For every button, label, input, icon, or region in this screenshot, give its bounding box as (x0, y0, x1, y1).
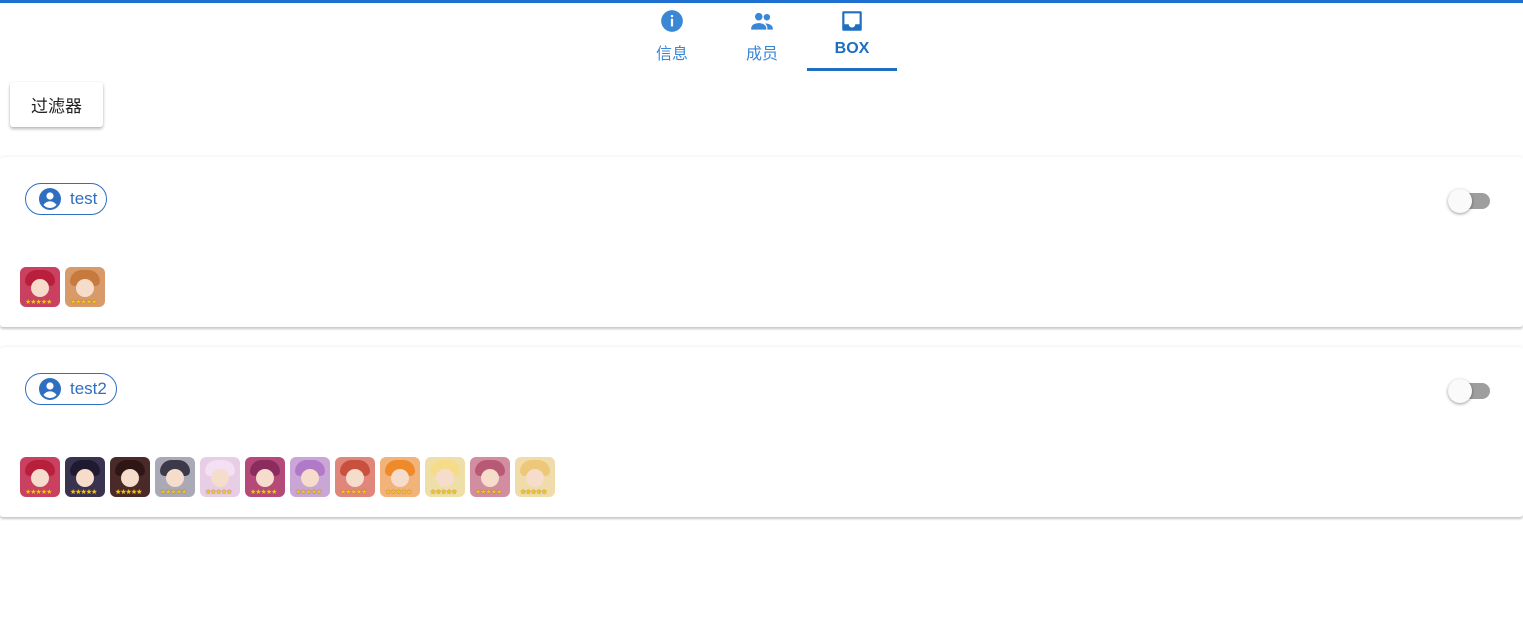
star-rating: ★★★★★ (205, 489, 232, 496)
people-icon (749, 8, 775, 34)
star-rating: ★★★★★ (25, 489, 52, 496)
member-name: test2 (70, 379, 107, 398)
character-list: ★★★★★ ★★★★★ ★★★★★ ★★★★★ ★★★★★ ★★★★★ ★★★★★ ★★★★★… (20, 457, 560, 497)
star-rating: ★★★★★ (520, 489, 547, 496)
star-rating: ★★★★★ (160, 489, 187, 496)
tab-info-label: 信息 (655, 46, 688, 63)
character-face (301, 469, 319, 487)
member-card: test ★★★★★ ★★★★★ (0, 157, 1523, 327)
character-icon[interactable]: ★★★★★ (380, 457, 420, 497)
character-face (346, 469, 364, 487)
character-face (121, 469, 139, 487)
star-rating: ★★★★★ (115, 489, 142, 496)
character-icon[interactable]: ★★★★★ (110, 457, 150, 497)
info-icon (659, 8, 685, 34)
character-face (76, 279, 94, 297)
toggle-knob (1448, 189, 1472, 213)
character-face (76, 469, 94, 487)
character-face (31, 469, 49, 487)
character-face (31, 279, 49, 297)
star-rating: ★★★★★ (70, 489, 97, 496)
character-face (256, 469, 274, 487)
star-rating: ★★★★★ (430, 489, 457, 496)
member-toggle[interactable] (1448, 189, 1490, 213)
star-rating: ★★★★★ (250, 489, 277, 496)
tab-bar: 信息 成员 BOX (627, 3, 897, 71)
account-circle-icon (38, 377, 62, 401)
star-rating: ★★★★★ (70, 299, 97, 306)
character-face (211, 469, 229, 487)
character-face (526, 469, 544, 487)
member-toggle[interactable] (1448, 379, 1490, 403)
character-icon[interactable]: ★★★★★ (65, 267, 105, 307)
character-icon[interactable]: ★★★★★ (290, 457, 330, 497)
character-icon[interactable]: ★★★★★ (245, 457, 285, 497)
star-rating: ★★★★★ (340, 489, 367, 496)
star-rating: ★★★★★ (25, 299, 52, 306)
tab-box[interactable]: BOX (807, 3, 897, 71)
filter-button[interactable]: 过滤器 (10, 82, 103, 127)
character-face (481, 469, 499, 487)
tab-members[interactable]: 成员 (717, 3, 807, 71)
character-icon[interactable]: ★★★★★ (335, 457, 375, 497)
member-chip[interactable]: test (25, 183, 108, 215)
toggle-knob (1448, 379, 1472, 403)
character-list: ★★★★★ ★★★★★ (20, 267, 110, 307)
character-icon[interactable]: ★★★★★ (20, 267, 60, 307)
member-card: test2 ★★★★★ ★★★★★ ★★★★★ ★★★★★ ★★★★★ ★★★★★ ★★★★… (0, 347, 1523, 517)
tab-members-label: 成员 (745, 46, 778, 63)
tab-box-label: BOX (834, 40, 870, 57)
tab-info[interactable]: 信息 (627, 3, 717, 71)
character-icon[interactable]: ★★★★★ (20, 457, 60, 497)
star-rating: ★★★★★ (385, 489, 412, 496)
star-rating: ★★★★★ (295, 489, 322, 496)
member-name: test (70, 189, 98, 208)
character-icon[interactable]: ★★★★★ (470, 457, 510, 497)
account-circle-icon (38, 187, 62, 211)
character-icon[interactable]: ★★★★★ (155, 457, 195, 497)
member-chip[interactable]: test2 (25, 373, 117, 405)
character-face (436, 469, 454, 487)
character-icon[interactable]: ★★★★★ (65, 457, 105, 497)
inbox-icon (839, 8, 865, 34)
star-rating: ★★★★★ (475, 489, 502, 496)
character-icon[interactable]: ★★★★★ (515, 457, 555, 497)
character-face (166, 469, 184, 487)
active-tab-indicator (807, 68, 897, 71)
character-icon[interactable]: ★★★★★ (200, 457, 240, 497)
character-face (391, 469, 409, 487)
character-icon[interactable]: ★★★★★ (425, 457, 465, 497)
